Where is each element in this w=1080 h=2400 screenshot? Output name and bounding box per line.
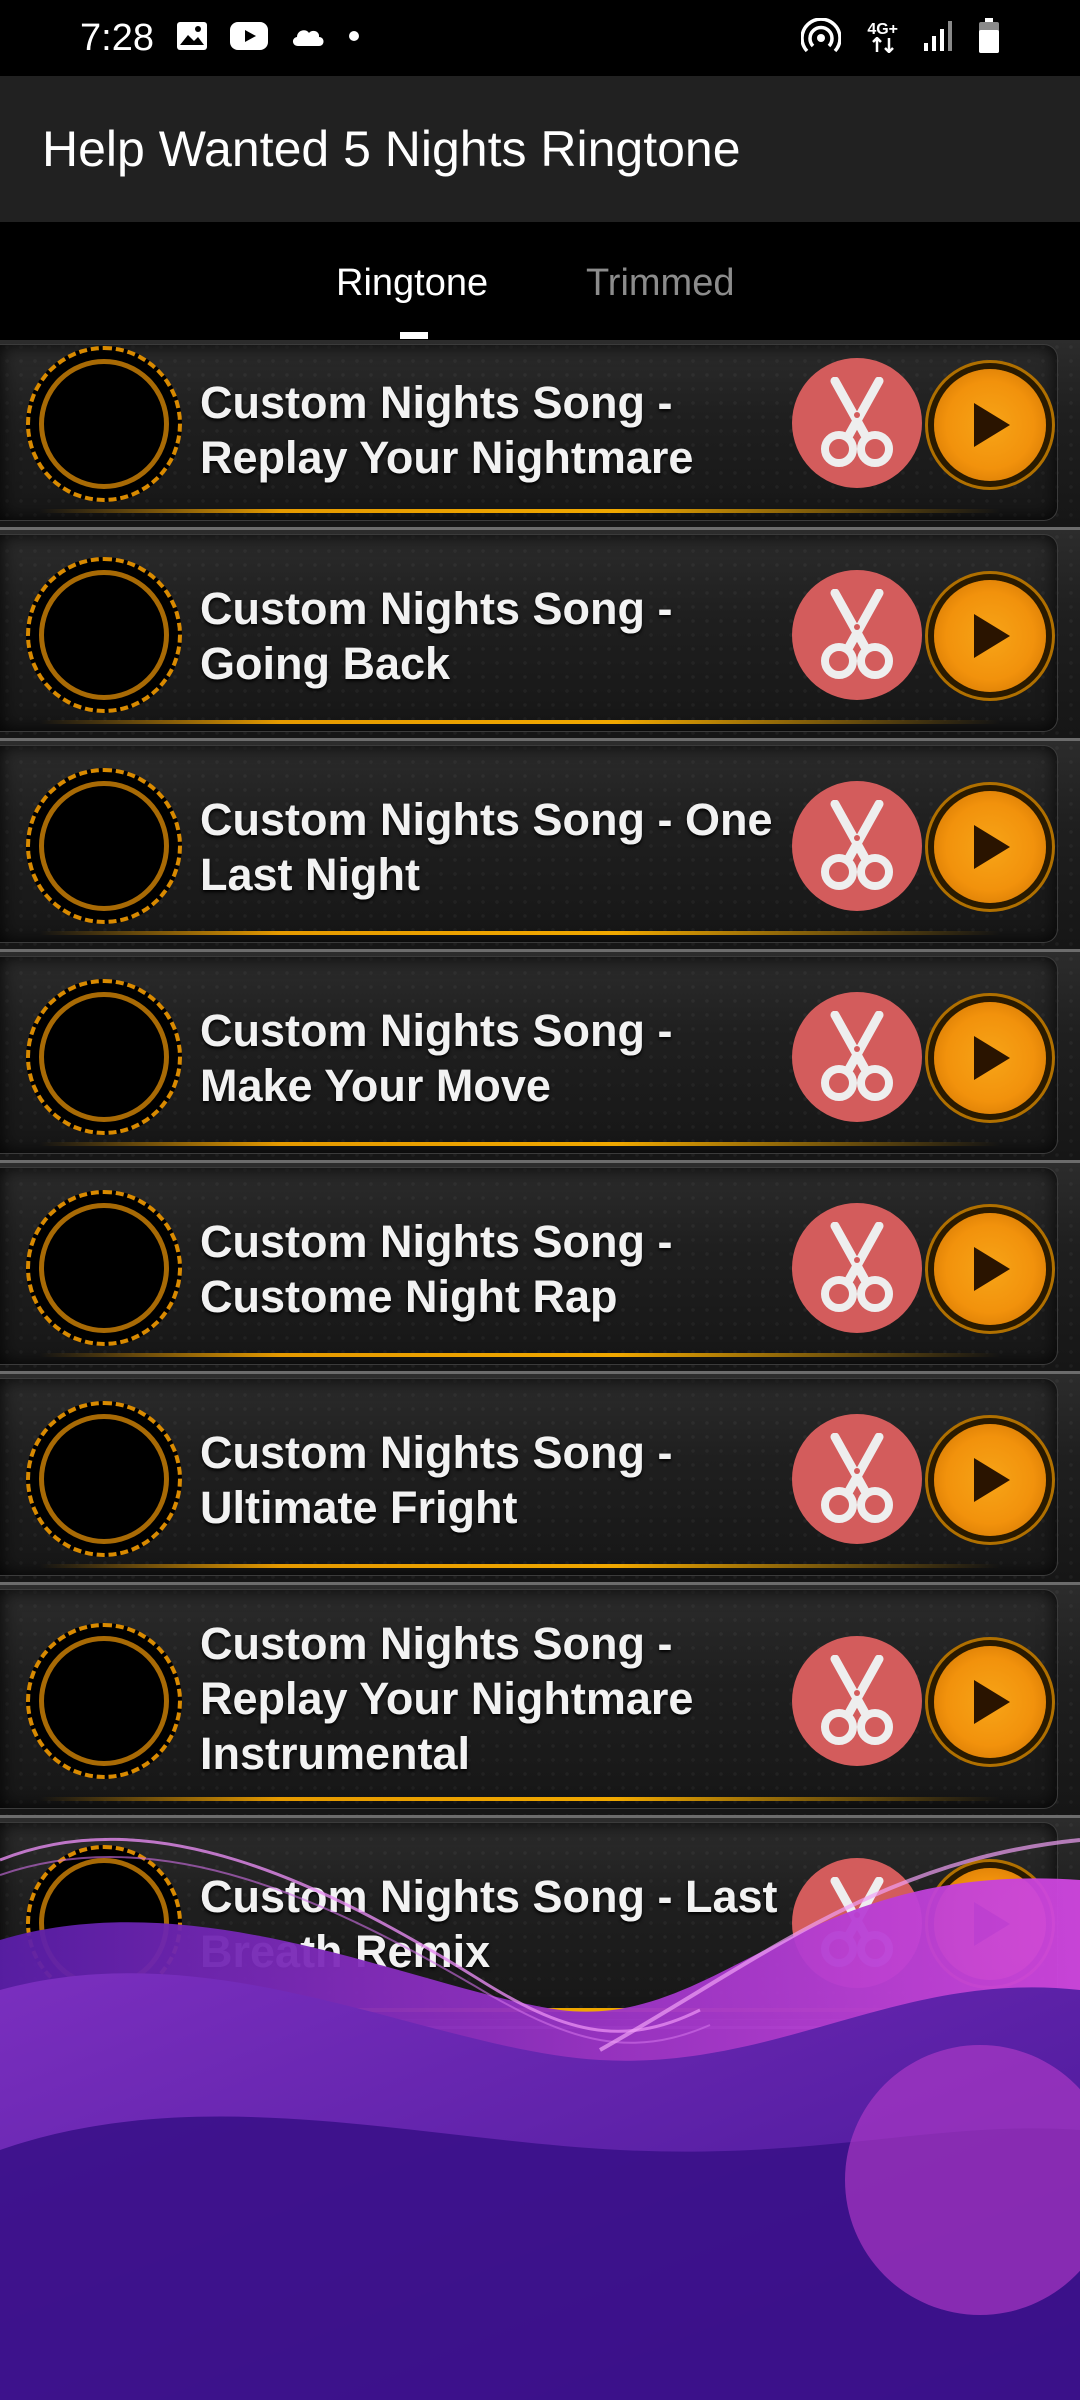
trim-button[interactable]: [792, 781, 922, 911]
ringtone-title: Custom Nights Song - Replay Your Nightma…: [200, 377, 694, 483]
play-button[interactable]: [934, 791, 1046, 903]
image-icon: [176, 21, 208, 56]
status-time: 7:28: [80, 16, 154, 59]
scissors-icon: [821, 1011, 893, 1101]
list-item[interactable]: Custom Nights Song - Ultimate Fright: [0, 1374, 1080, 1585]
play-button[interactable]: [934, 1213, 1046, 1325]
play-icon: [974, 1458, 1010, 1502]
network-arrows-icon: 4G+: [867, 21, 898, 53]
disc-icon: [26, 979, 182, 1135]
ringtone-title: Custom Nights Song - Ultimate Fright: [200, 1427, 673, 1533]
play-icon: [974, 1680, 1010, 1724]
play-icon: [974, 614, 1010, 658]
play-button[interactable]: [934, 369, 1046, 481]
network-type: 4G+: [867, 21, 898, 38]
row-glow-line: [40, 931, 1000, 935]
trim-button[interactable]: [792, 992, 922, 1122]
youtube-icon: [229, 21, 268, 55]
tab-bar: Ringtone Trimmed: [0, 222, 1080, 340]
list-item[interactable]: Custom Nights Song - Replay Your Nightma…: [0, 340, 1080, 530]
ringtone-list: Custom Nights Song - Replay Your Nightma…: [0, 340, 1080, 2029]
scissors-icon: [821, 800, 893, 890]
list-item[interactable]: Custom Nights Song - Replay Your Nightma…: [0, 1585, 1080, 1818]
scissors-icon: [821, 1433, 893, 1523]
scissors-icon: [821, 377, 893, 467]
play-button[interactable]: [934, 1646, 1046, 1758]
play-icon: [974, 1036, 1010, 1080]
disc-icon: [26, 557, 182, 713]
play-icon: [974, 403, 1010, 447]
ringtone-title: Custom Nights Song - Going Back: [200, 583, 673, 689]
status-bar-right: 4G+: [800, 16, 1000, 59]
ringtone-title: Custom Nights Song - One Last Night: [200, 794, 773, 900]
list-item[interactable]: Custom Nights Song - Make Your Move: [0, 952, 1080, 1163]
trim-button[interactable]: [792, 1203, 922, 1333]
scissors-icon: [821, 1655, 893, 1745]
disc-icon: [26, 346, 182, 502]
app-bar: Help Wanted 5 Nights Ringtone: [0, 76, 1080, 222]
tab-ringtone[interactable]: Ringtone: [336, 262, 488, 305]
row-glow-line: [40, 1797, 1000, 1801]
play-button[interactable]: [934, 1424, 1046, 1536]
scissors-icon: [821, 1222, 893, 1312]
trim-button[interactable]: [792, 1414, 922, 1544]
tab-trimmed[interactable]: Trimmed: [586, 262, 734, 305]
scissors-icon: [821, 589, 893, 679]
list-item[interactable]: Custom Nights Song - One Last Night: [0, 741, 1080, 952]
list-item[interactable]: Custom Nights Song - Going Back: [0, 530, 1080, 741]
disc-icon: [26, 768, 182, 924]
row-glow-line: [40, 1142, 1000, 1146]
tab-indicator: [400, 332, 428, 339]
ringtone-title: Custom Nights Song - Custome Night Rap: [200, 1216, 673, 1322]
list-item[interactable]: Custom Nights Song - Custome Night Rap: [0, 1163, 1080, 1374]
trim-button[interactable]: [792, 570, 922, 700]
disc-icon: [26, 1401, 182, 1557]
disc-icon: [26, 1190, 182, 1346]
play-button[interactable]: [934, 580, 1046, 692]
row-glow-line: [40, 1564, 1000, 1568]
play-icon: [974, 1247, 1010, 1291]
cloud-icon: [290, 24, 326, 53]
status-bar: 7:28 4G+: [0, 0, 1080, 76]
row-glow-line: [40, 509, 1000, 513]
status-bar-left: 7:28: [80, 17, 360, 60]
battery-icon: [978, 17, 1000, 59]
ringtone-title: Custom Nights Song - Make Your Move: [200, 1005, 673, 1111]
ringtone-title: Custom Nights Song - Replay Your Nightma…: [200, 1617, 694, 1779]
row-glow-line: [40, 1353, 1000, 1357]
row-glow-line: [40, 720, 1000, 724]
hotspot-icon: [800, 16, 843, 59]
page-title: Help Wanted 5 Nights Ringtone: [42, 121, 741, 177]
signal-icon: [924, 20, 952, 56]
play-icon: [974, 825, 1010, 869]
dot-icon: [348, 29, 360, 47]
play-button[interactable]: [934, 1002, 1046, 1114]
trim-button[interactable]: [792, 1636, 922, 1766]
trim-button[interactable]: [792, 358, 922, 488]
purple-wave-graphic: [0, 1837, 1080, 2400]
disc-icon: [26, 1623, 182, 1779]
